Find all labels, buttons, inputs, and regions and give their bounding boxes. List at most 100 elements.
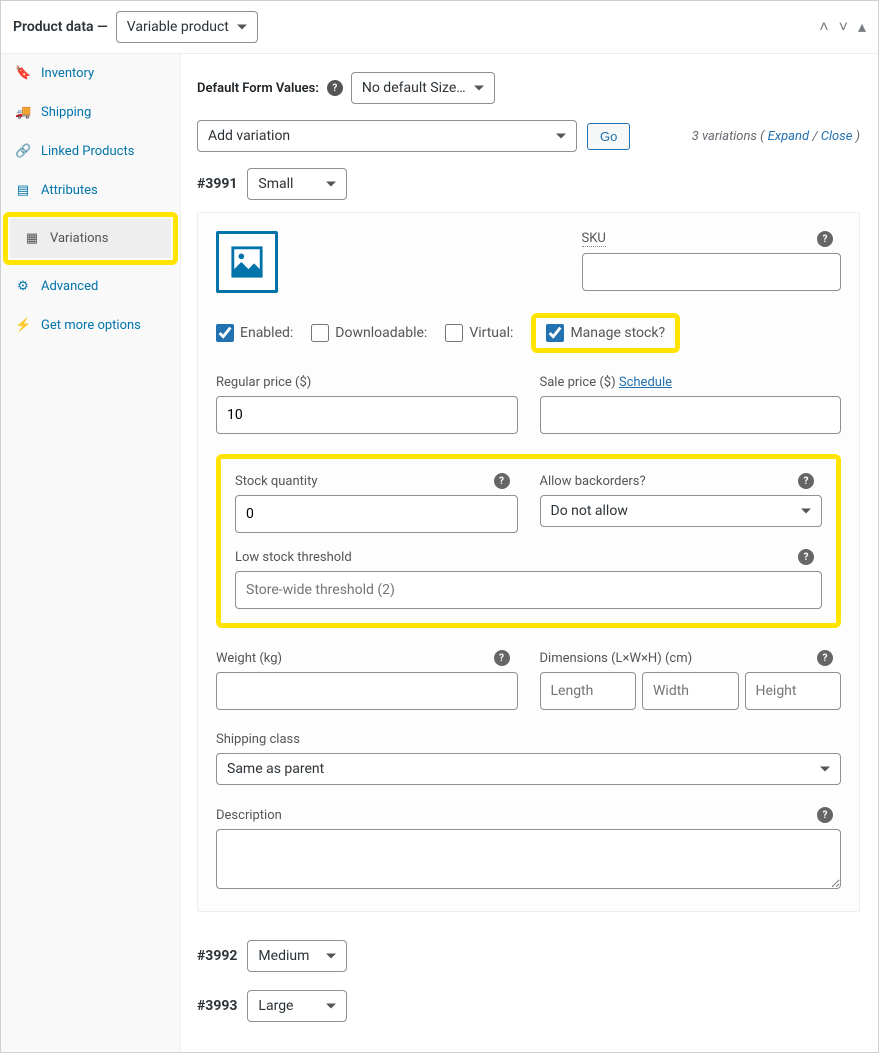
weight-col: Weight (kg) ? xyxy=(216,650,518,710)
shipping-class-row: Shipping class Same as parent xyxy=(216,732,841,785)
sidebar-item-shipping[interactable]: 🚚 Shipping xyxy=(1,93,180,132)
width-input[interactable] xyxy=(642,672,739,710)
product-type-value: Variable product xyxy=(127,19,229,35)
manage-stock-checkbox-wrapper[interactable]: Manage stock? xyxy=(546,324,665,342)
enabled-checkbox[interactable] xyxy=(216,324,234,342)
shipping-class-value: Same as parent xyxy=(227,761,324,777)
variation-attribute-select[interactable]: Small xyxy=(247,168,347,200)
default-size-select[interactable]: No default Size… xyxy=(351,72,495,104)
dimensions-label: Dimensions (L×W×H) (cm) xyxy=(540,651,693,666)
checkbox-row: Enabled: Downloadable: Virtual: Manage s… xyxy=(216,313,841,353)
variation-attribute-value: Medium xyxy=(258,948,309,964)
shipping-class-select[interactable]: Same as parent xyxy=(216,753,841,785)
manage-stock-label: Manage stock? xyxy=(570,325,665,341)
regular-price-input[interactable] xyxy=(216,396,518,434)
downloadable-label: Downloadable: xyxy=(335,325,427,341)
sidebar-item-inventory[interactable]: 🔖 Inventory xyxy=(1,54,180,93)
sidebar: 🔖 Inventory 🚚 Shipping 🔗 Linked Products… xyxy=(1,54,181,1052)
downloadable-checkbox-wrapper[interactable]: Downloadable: xyxy=(311,324,427,342)
virtual-checkbox[interactable] xyxy=(445,324,463,342)
sidebar-item-variations[interactable]: ▦ Variations xyxy=(10,219,171,258)
variation-id: #3993 xyxy=(197,998,237,1014)
plug-icon: ⚡ xyxy=(15,318,31,333)
low-stock-label-row: Low stock threshold ? xyxy=(235,549,822,565)
virtual-label: Virtual: xyxy=(469,325,513,341)
sidebar-item-label: Linked Products xyxy=(41,144,134,159)
sidebar-item-more[interactable]: ⚡ Get more options xyxy=(1,306,180,345)
sku-input[interactable] xyxy=(582,253,842,291)
virtual-checkbox-wrapper[interactable]: Virtual: xyxy=(445,324,513,342)
variations-meta: 3 variations ( Expand / Close ) xyxy=(692,129,860,144)
sale-price-col: Sale price ($) Schedule xyxy=(540,375,842,434)
low-stock-row: Low stock threshold ? xyxy=(235,549,822,609)
sidebar-item-label: Shipping xyxy=(41,105,91,120)
chevron-down-icon[interactable]: ˅ xyxy=(839,17,848,37)
backorders-col: Allow backorders? ? Do not allow xyxy=(540,473,823,533)
manage-stock-checkbox[interactable] xyxy=(546,324,564,342)
description-row: Description ? xyxy=(216,807,841,893)
sidebar-item-label: Inventory xyxy=(41,66,94,81)
variation-header: #3991 Small xyxy=(197,168,860,200)
variation-action-select[interactable]: Add variation xyxy=(197,120,577,152)
slash: / xyxy=(812,129,820,144)
backorders-label: Allow backorders? xyxy=(540,474,646,489)
variation-attribute-select[interactable]: Large xyxy=(247,990,347,1022)
variation-body: SKU ? Enabled: Downloadable: xyxy=(197,212,860,912)
variation-image-upload[interactable] xyxy=(216,231,278,293)
stock-row: Stock quantity ? Allow backorders? ? xyxy=(235,473,822,533)
variation-header-3[interactable]: #3993 Large xyxy=(197,990,860,1022)
help-icon[interactable]: ? xyxy=(817,650,833,666)
help-icon[interactable]: ? xyxy=(494,473,510,489)
collapse-icon[interactable]: ▴ xyxy=(858,17,866,37)
default-form-values-row: Default Form Values: ? No default Size… xyxy=(197,72,860,104)
variation-attribute-value: Small xyxy=(258,176,293,192)
product-data-panel: Product data — Variable product ˄ ˅ ▴ 🔖 … xyxy=(0,0,879,1053)
variation-attribute-select[interactable]: Medium xyxy=(247,940,347,972)
schedule-link[interactable]: Schedule xyxy=(619,375,672,390)
stock-qty-label: Stock quantity xyxy=(235,474,318,489)
highlight-manage-stock: Manage stock? xyxy=(531,313,680,353)
length-input[interactable] xyxy=(540,672,637,710)
grid-icon: ▦ xyxy=(24,231,40,246)
sidebar-item-label: Advanced xyxy=(41,279,98,294)
help-icon[interactable]: ? xyxy=(327,80,343,96)
weight-input[interactable] xyxy=(216,672,518,710)
stock-qty-input[interactable] xyxy=(235,495,518,533)
price-row: Regular price ($) Sale price ($) Schedul… xyxy=(216,375,841,434)
downloadable-checkbox[interactable] xyxy=(311,324,329,342)
backorders-select[interactable]: Do not allow xyxy=(540,495,823,527)
highlight-stock-section: Stock quantity ? Allow backorders? ? xyxy=(216,454,841,628)
panel-title: Product data — xyxy=(13,19,108,35)
weight-label-row: Weight (kg) ? xyxy=(216,650,518,666)
backorders-value: Do not allow xyxy=(551,503,628,519)
sidebar-item-attributes[interactable]: ▤ Attributes xyxy=(1,171,180,210)
low-stock-input[interactable] xyxy=(235,571,822,609)
variation-header-2[interactable]: #3992 Medium xyxy=(197,940,860,972)
help-icon[interactable]: ? xyxy=(817,231,833,247)
sidebar-item-linked[interactable]: 🔗 Linked Products xyxy=(1,132,180,171)
add-variation-row: Add variation Go 3 variations ( Expand /… xyxy=(197,120,860,152)
help-icon[interactable]: ? xyxy=(798,549,814,565)
link-icon: 🔗 xyxy=(15,144,31,159)
default-size-value: No default Size… xyxy=(362,80,466,96)
help-icon[interactable]: ? xyxy=(494,650,510,666)
close-link[interactable]: Close xyxy=(821,129,853,144)
stock-qty-label-row: Stock quantity ? xyxy=(235,473,518,489)
help-icon[interactable]: ? xyxy=(817,807,833,823)
height-input[interactable] xyxy=(745,672,842,710)
weight-dim-row: Weight (kg) ? Dimensions (L×W×H) (cm) ? xyxy=(216,650,841,710)
go-button[interactable]: Go xyxy=(587,123,630,150)
panel-header: Product data — Variable product ˄ ˅ ▴ xyxy=(1,1,878,54)
enabled-checkbox-wrapper[interactable]: Enabled: xyxy=(216,324,293,342)
variation-action-value: Add variation xyxy=(208,128,290,144)
enabled-label: Enabled: xyxy=(240,325,293,341)
backorders-label-row: Allow backorders? ? xyxy=(540,473,823,489)
product-type-select[interactable]: Variable product xyxy=(116,11,258,43)
variation-id: #3992 xyxy=(197,948,237,964)
description-textarea[interactable] xyxy=(216,829,841,889)
chevron-up-icon[interactable]: ˄ xyxy=(819,17,828,37)
expand-link[interactable]: Expand xyxy=(768,129,809,144)
help-icon[interactable]: ? xyxy=(798,473,814,489)
sidebar-item-advanced[interactable]: ⚙ Advanced xyxy=(1,267,180,306)
sale-price-input[interactable] xyxy=(540,396,842,434)
